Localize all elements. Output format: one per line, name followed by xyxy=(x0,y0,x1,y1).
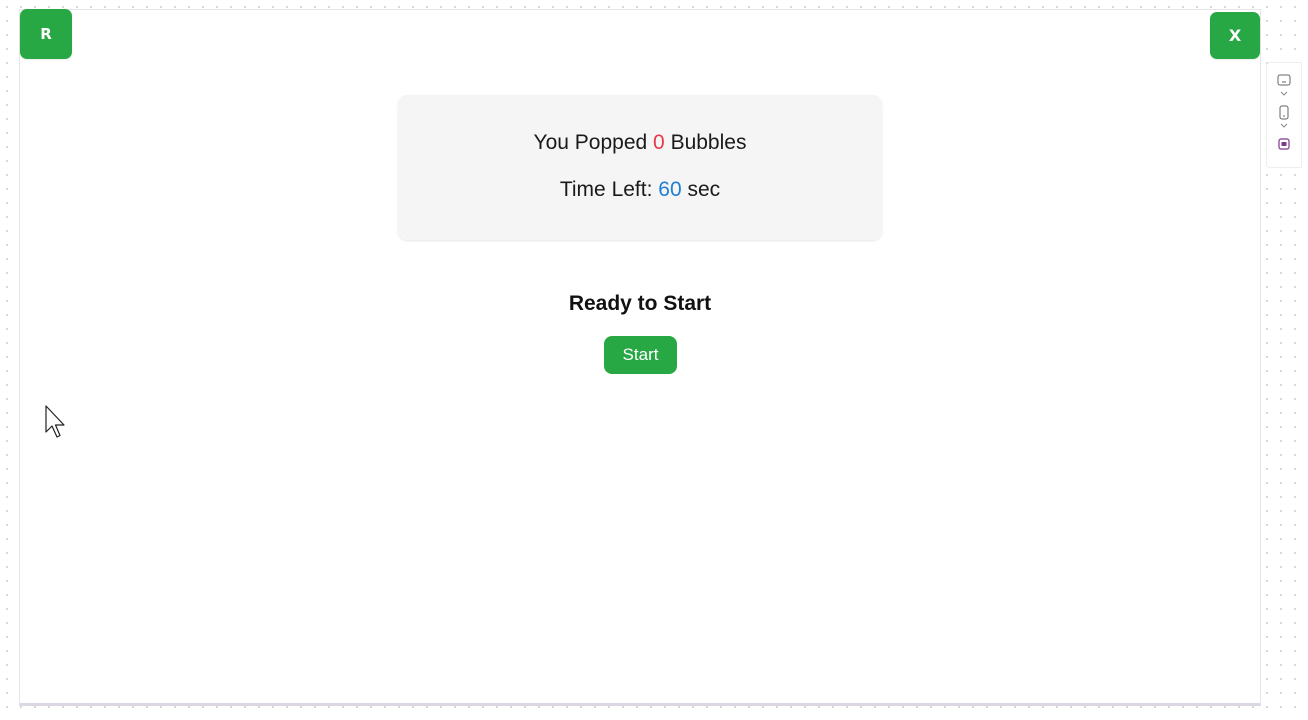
time-prefix: Time Left: xyxy=(559,178,659,201)
mobile-view-icon[interactable] xyxy=(1276,104,1292,120)
time-left-line: Time Left: 60 sec xyxy=(398,178,882,202)
popped-suffix: Bubbles xyxy=(664,131,747,154)
time-suffix: sec xyxy=(681,178,721,201)
side-toolbar xyxy=(1266,62,1302,168)
app-badge-icon[interactable] xyxy=(1276,136,1292,152)
close-button[interactable]: X xyxy=(1210,12,1260,59)
popped-count-line: You Popped 0 Bubbles xyxy=(398,131,882,155)
desktop-view-icon[interactable] xyxy=(1276,72,1292,88)
popped-count: 0 xyxy=(653,131,665,154)
status-title: Ready to Start xyxy=(568,292,712,315)
start-button[interactable]: Start xyxy=(604,336,677,374)
popped-prefix: You Popped xyxy=(533,131,654,154)
chevron-down-icon[interactable] xyxy=(1276,121,1292,131)
time-left-value: 60 xyxy=(658,178,682,201)
mouse-cursor-icon xyxy=(45,405,69,439)
chevron-down-icon[interactable] xyxy=(1276,89,1292,99)
reset-button[interactable]: R xyxy=(20,9,72,59)
score-panel: You Popped 0 Bubbles Time Left: 60 sec xyxy=(398,95,882,240)
